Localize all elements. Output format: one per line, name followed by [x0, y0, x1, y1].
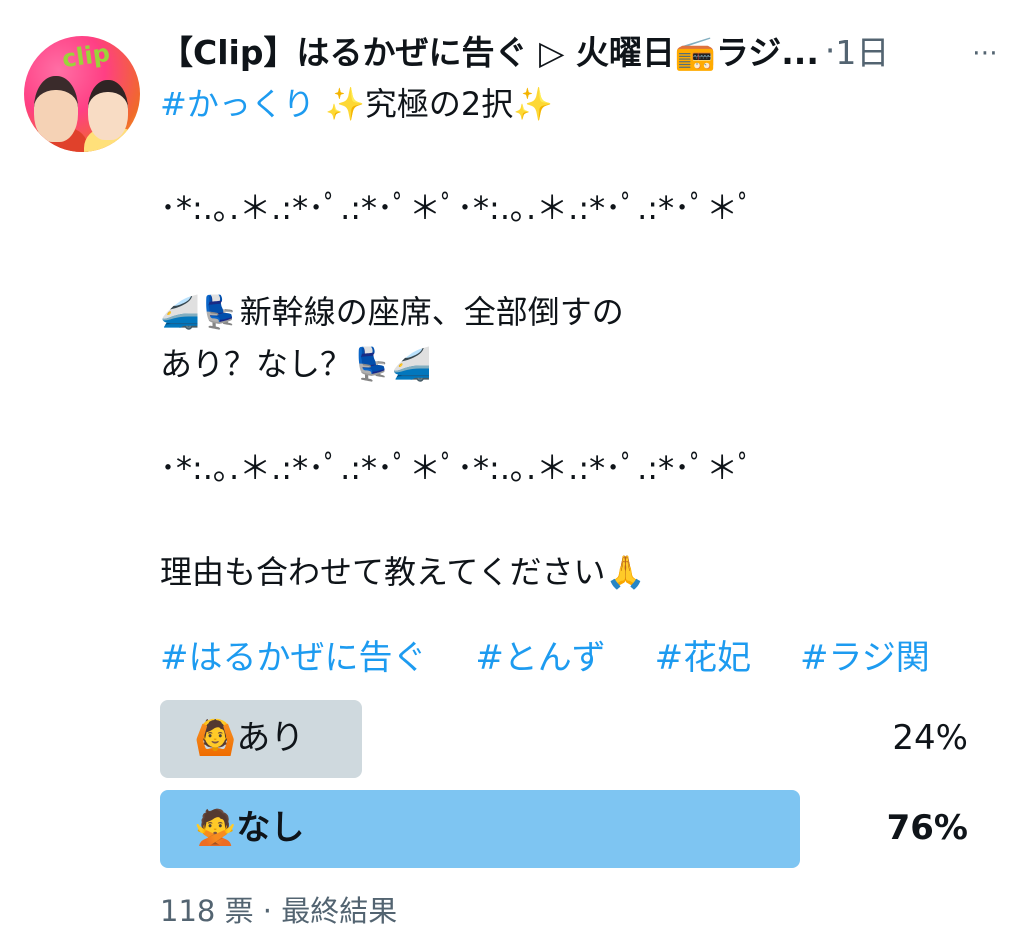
poll-option: 🙆あり 24%: [160, 700, 980, 778]
tweet-line: 🚄💺新幹線の座席、全部倒すの: [160, 293, 624, 331]
author-avatar[interactable]: clip: [24, 36, 140, 152]
author-name[interactable]: 【Clip】はるかぜに告ぐ ▷ 火曜日📻ラジ...: [160, 26, 819, 74]
avatar-face: [34, 76, 78, 142]
avatar-logo: clip: [60, 38, 112, 74]
poll-option-label: 🙅なし: [194, 808, 305, 848]
tweet-line: #かっくり ✨究極の2択✨: [160, 78, 1000, 130]
poll-option-percent: 76%: [886, 808, 968, 848]
tweet-line: 理由も合わせて教えてください🙏: [160, 553, 646, 591]
poll-footer: 118 票 · 最終結果: [160, 894, 398, 928]
hashtag-list: #はるかぜに告ぐ #とんず #花妃 #ラジ関: [160, 630, 968, 679]
poll-option-percent: 24%: [892, 718, 968, 758]
hashtag-link[interactable]: #かっくり: [160, 85, 315, 123]
hashtag-link[interactable]: #とんず: [475, 638, 606, 678]
hashtag-link[interactable]: #花妃: [655, 638, 752, 678]
hashtag-link[interactable]: #ラジ関: [800, 638, 930, 678]
tweet-time[interactable]: 1日: [835, 26, 889, 74]
tweet-spacer: [160, 234, 1000, 286]
tweet-spacer: [160, 130, 1000, 182]
separator-dot: ·: [824, 30, 836, 70]
hashtag-link[interactable]: #はるかぜに告ぐ: [160, 638, 427, 678]
tweet-spacer: [160, 390, 1000, 442]
tweet-line: ･*:.｡.＊.:*･ﾟ.:*･ﾟ＊ﾟ･*:.｡.＊.:*･ﾟ.:*･ﾟ＊ﾟ: [160, 449, 755, 487]
more-icon[interactable]: ⋯: [972, 38, 1000, 68]
avatar-face: [88, 80, 128, 140]
poll-option-label: 🙆あり: [194, 718, 305, 758]
tweet-text: ✨究極の2択✨: [314, 85, 554, 123]
poll: 🙆あり 24% 🙅なし 76%: [160, 700, 980, 880]
tweet-spacer: [160, 494, 1000, 546]
tweet-line: ･*:.｡.＊.:*･ﾟ.:*･ﾟ＊ﾟ･*:.｡.＊.:*･ﾟ.:*･ﾟ＊ﾟ: [160, 189, 755, 227]
tweet-header: 【Clip】はるかぜに告ぐ ▷ 火曜日📻ラジ... · 1日 ⋯: [160, 26, 1000, 74]
tweet-line: あり？なし？💺🚄: [160, 345, 432, 383]
tweet-body: #かっくり ✨究極の2択✨ ･*:.｡.＊.:*･ﾟ.:*･ﾟ＊ﾟ･*:.｡.＊…: [160, 78, 1000, 598]
poll-option: 🙅なし 76%: [160, 790, 980, 868]
